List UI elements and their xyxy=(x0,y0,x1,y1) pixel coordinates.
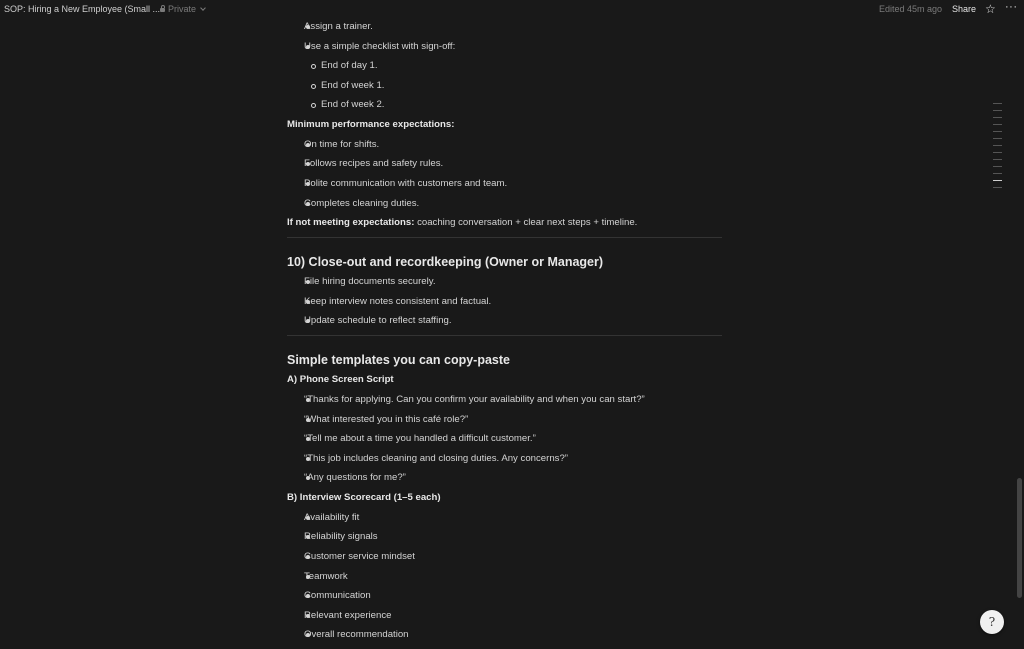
divider xyxy=(287,335,722,336)
list-item: Completes cleaning duties. xyxy=(304,198,420,209)
list-item: Overall recommendation xyxy=(304,629,409,640)
outline-tick[interactable] xyxy=(993,138,1002,139)
bullet-hollow xyxy=(311,84,316,89)
list-item: End of week 1. xyxy=(321,80,385,91)
share-button[interactable]: Share xyxy=(952,4,976,14)
page-title[interactable]: SOP: Hiring a New Employee (Small ... xyxy=(4,4,160,14)
outline-tick[interactable] xyxy=(993,131,1002,132)
more-icon[interactable]: ··· xyxy=(1005,1,1018,13)
phone-screen-title: A) Phone Screen Script xyxy=(287,374,394,385)
outline-tick[interactable] xyxy=(993,124,1002,125)
scorecard-title: B) Interview Scorecard (1–5 each) xyxy=(287,492,441,503)
help-button[interactable]: ? xyxy=(980,610,1004,634)
outline-tick[interactable] xyxy=(993,173,1002,174)
outline-tick[interactable] xyxy=(993,103,1002,104)
help-icon: ? xyxy=(988,615,996,629)
list-item: Teamwork xyxy=(304,571,348,582)
outline-tick-active[interactable] xyxy=(993,180,1002,181)
outline-tick[interactable] xyxy=(993,187,1002,188)
templates-heading: Simple templates you can copy-paste xyxy=(287,353,510,367)
lock-icon xyxy=(160,5,165,12)
list-item: On time for shifts. xyxy=(304,139,380,150)
privacy-label: Private xyxy=(168,4,197,14)
list-item: Customer service mindset xyxy=(304,551,415,562)
privacy-selector[interactable]: Private xyxy=(160,4,206,14)
outline-tick[interactable] xyxy=(993,145,1002,146)
list-item: End of day 1. xyxy=(321,60,378,71)
scrollbar-thumb[interactable] xyxy=(1017,478,1022,598)
list-item: Polite communication with customers and … xyxy=(304,178,508,189)
list-item: “This job includes cleaning and closing … xyxy=(304,453,568,464)
not-meeting-label: If not meeting expectations: xyxy=(287,217,415,228)
list-item: “Thanks for applying. Can you confirm yo… xyxy=(304,394,645,405)
bullet-hollow xyxy=(311,64,316,69)
list-item: Assign a trainer. xyxy=(304,21,373,32)
list-item: Use a simple checklist with sign-off: xyxy=(304,41,456,52)
bullet-hollow xyxy=(311,103,316,108)
list-item: End of week 2. xyxy=(321,99,385,110)
list-item: Update schedule to reflect staffing. xyxy=(304,315,452,326)
list-item: Availability fit xyxy=(304,512,360,523)
outline-tick[interactable] xyxy=(993,152,1002,153)
outline-tick[interactable] xyxy=(993,110,1002,111)
list-item: Relevant experience xyxy=(304,610,392,621)
list-item: Communication xyxy=(304,590,371,601)
outline-tick[interactable] xyxy=(993,166,1002,167)
star-icon[interactable]: ☆ xyxy=(985,2,996,16)
min-expectations-title: Minimum performance expectations: xyxy=(287,119,455,130)
list-item: “Any questions for me?” xyxy=(304,472,406,483)
list-item: “Tell me about a time you handled a diff… xyxy=(304,433,536,444)
outline-tick[interactable] xyxy=(993,117,1002,118)
chevron-down-icon xyxy=(200,5,206,11)
list-item: File hiring documents securely. xyxy=(304,276,436,287)
list-item: Keep interview notes consistent and fact… xyxy=(304,296,492,307)
divider xyxy=(287,237,722,238)
section-10-heading: 10) Close-out and recordkeeping (Owner o… xyxy=(287,255,604,269)
not-meeting-paragraph: If not meeting expectations: coaching co… xyxy=(287,217,637,228)
list-item: “What interested you in this café role?” xyxy=(304,414,469,425)
not-meeting-text: coaching conversation + clear next steps… xyxy=(414,217,638,228)
top-bar: SOP: Hiring a New Employee (Small ... Pr… xyxy=(0,0,1024,18)
list-item: Reliability signals xyxy=(304,531,378,542)
list-item: Follows recipes and safety rules. xyxy=(304,158,444,169)
edited-timestamp: Edited 45m ago xyxy=(879,4,943,14)
outline-tick[interactable] xyxy=(993,159,1002,160)
